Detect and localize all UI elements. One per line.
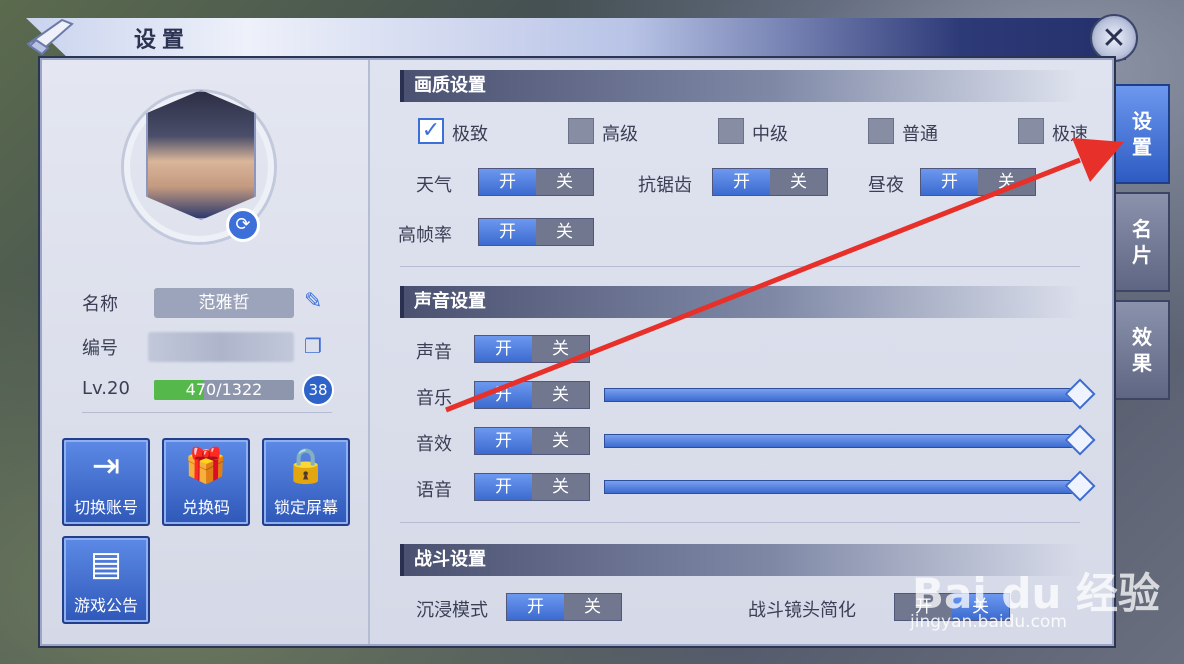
refresh-icon: ⟳ [235,214,251,235]
highfps-label: 高帧率 [398,225,452,246]
switch-account-button[interactable]: ⇥ 切换账号 [62,438,150,526]
close-icon: ✕ [1101,20,1127,56]
toggle-on: 开 [479,169,536,195]
toggle-off: 关 [552,339,569,359]
quality-option-label: 中级 [752,124,788,145]
toggle-on: 开 [507,594,564,620]
slider-knob[interactable] [1064,378,1096,410]
quality-option-label: 普通 [902,124,938,145]
toggle-on: 开 [475,428,532,454]
tab-label: 名片 [1132,217,1152,267]
sfx-volume-slider[interactable] [604,424,1096,456]
graphics-section-header: 画质设置 [400,70,1080,102]
name-field: 范雅哲 [154,288,294,318]
profile-panel: ⟳ 名称 范雅哲 ✎ 编号 ❐ Lv.20 470/1322 38 ⇥ 切换账号… [42,60,370,644]
sound-label: 声音 [416,342,452,363]
sound-toggle[interactable]: 开关 [474,335,590,363]
toggle-off: 关 [556,172,573,192]
music-volume-slider[interactable] [604,378,1096,410]
level-badge: 38 [302,374,334,406]
toggle-on: 开 [479,219,536,245]
lock-icon: 🔒 [284,446,328,486]
close-button[interactable]: ✕ [1090,14,1138,62]
toggle-off: 关 [552,477,569,497]
quality-high-checkbox[interactable] [568,118,594,144]
toggle-on: 开 [713,169,770,195]
divider [82,412,332,413]
redeem-code-button[interactable]: 🎁 兑换码 [162,438,250,526]
audio-section-header: 声音设置 [400,286,1080,318]
voice-label: 语音 [416,480,452,501]
tab-label: 设置 [1132,109,1152,159]
camera-simplify-label: 战斗镜头简化 [748,600,856,621]
music-toggle[interactable]: 开关 [474,381,590,409]
toggle-off: 关 [556,222,573,242]
highfps-toggle[interactable]: 开关 [478,218,594,246]
announcement-button[interactable]: ▤ 游戏公告 [62,536,150,624]
toggle-off: 关 [998,172,1015,192]
refresh-avatar-button[interactable]: ⟳ [226,208,260,242]
lock-screen-label: 锁定屏幕 [273,498,338,517]
tab-settings[interactable]: 设置 [1116,84,1170,184]
sfx-toggle[interactable]: 开关 [474,427,590,455]
antialias-label: 抗锯齿 [638,175,692,196]
quality-medium-checkbox[interactable] [718,118,744,144]
weather-label: 天气 [416,175,452,196]
avatar[interactable] [146,90,256,220]
quality-fast-checkbox[interactable] [1018,118,1044,144]
tab-label: 效果 [1132,325,1152,375]
level-label: Lv.20 [82,378,130,399]
toggle-off: 关 [552,431,569,451]
voice-toggle[interactable]: 开关 [474,473,590,501]
quality-option-label: 极致 [452,124,488,145]
toggle-on: 开 [475,336,532,362]
page-title: 设置 [134,28,191,53]
settings-content: 画质设置 ✓ 极致 高级 中级 普通 极速 天气 开关 抗锯齿 开关 昼夜 开关… [372,60,1112,644]
toggle-on: 开 [475,474,532,500]
exp-progress-bar: 470/1322 [154,380,294,400]
weather-toggle[interactable]: 开关 [478,168,594,196]
tab-namecard[interactable]: 名片 [1116,192,1170,292]
tab-effects[interactable]: 效果 [1116,300,1170,400]
voice-volume-slider[interactable] [604,470,1096,502]
copy-icon[interactable]: ❐ [304,334,330,360]
daynight-toggle[interactable]: 开关 [920,168,1036,196]
watermark-url: jingyan.baidu.com [910,612,1067,632]
gift-icon: 🎁 [184,446,228,486]
exp-text: 470/1322 [185,380,263,399]
toggle-on: 开 [475,382,532,408]
redeem-code-label: 兑换码 [181,498,230,517]
slider-knob[interactable] [1064,424,1096,456]
id-field-blurred [148,332,294,362]
billboard-icon: ▤ [89,544,123,584]
quality-ultimate-checkbox[interactable]: ✓ [418,118,444,144]
name-label: 名称 [82,294,118,315]
divider [400,266,1080,267]
quality-normal-checkbox[interactable] [868,118,894,144]
divider [400,522,1080,523]
switch-account-label: 切换账号 [73,498,138,517]
id-label: 编号 [82,338,118,359]
toggle-off: 关 [790,172,807,192]
antialias-toggle[interactable]: 开关 [712,168,828,196]
toggle-on: 开 [921,169,978,195]
quality-option-label: 高级 [602,124,638,145]
quality-option-label: 极速 [1052,124,1088,145]
immersive-label: 沉浸模式 [416,600,488,621]
immersive-toggle[interactable]: 开关 [506,593,622,621]
toggle-off: 关 [552,385,569,405]
lock-screen-button[interactable]: 🔒 锁定屏幕 [262,438,350,526]
title-bar [26,18,1126,60]
logout-icon: ⇥ [91,446,121,486]
toggle-off: 关 [584,597,601,617]
announcement-label: 游戏公告 [73,596,138,615]
daynight-label: 昼夜 [868,175,904,196]
sfx-label: 音效 [416,434,452,455]
sword-emblem-icon [26,18,74,56]
slider-knob[interactable] [1064,470,1096,502]
music-label: 音乐 [416,388,452,409]
edit-name-icon[interactable]: ✎ [304,289,332,317]
